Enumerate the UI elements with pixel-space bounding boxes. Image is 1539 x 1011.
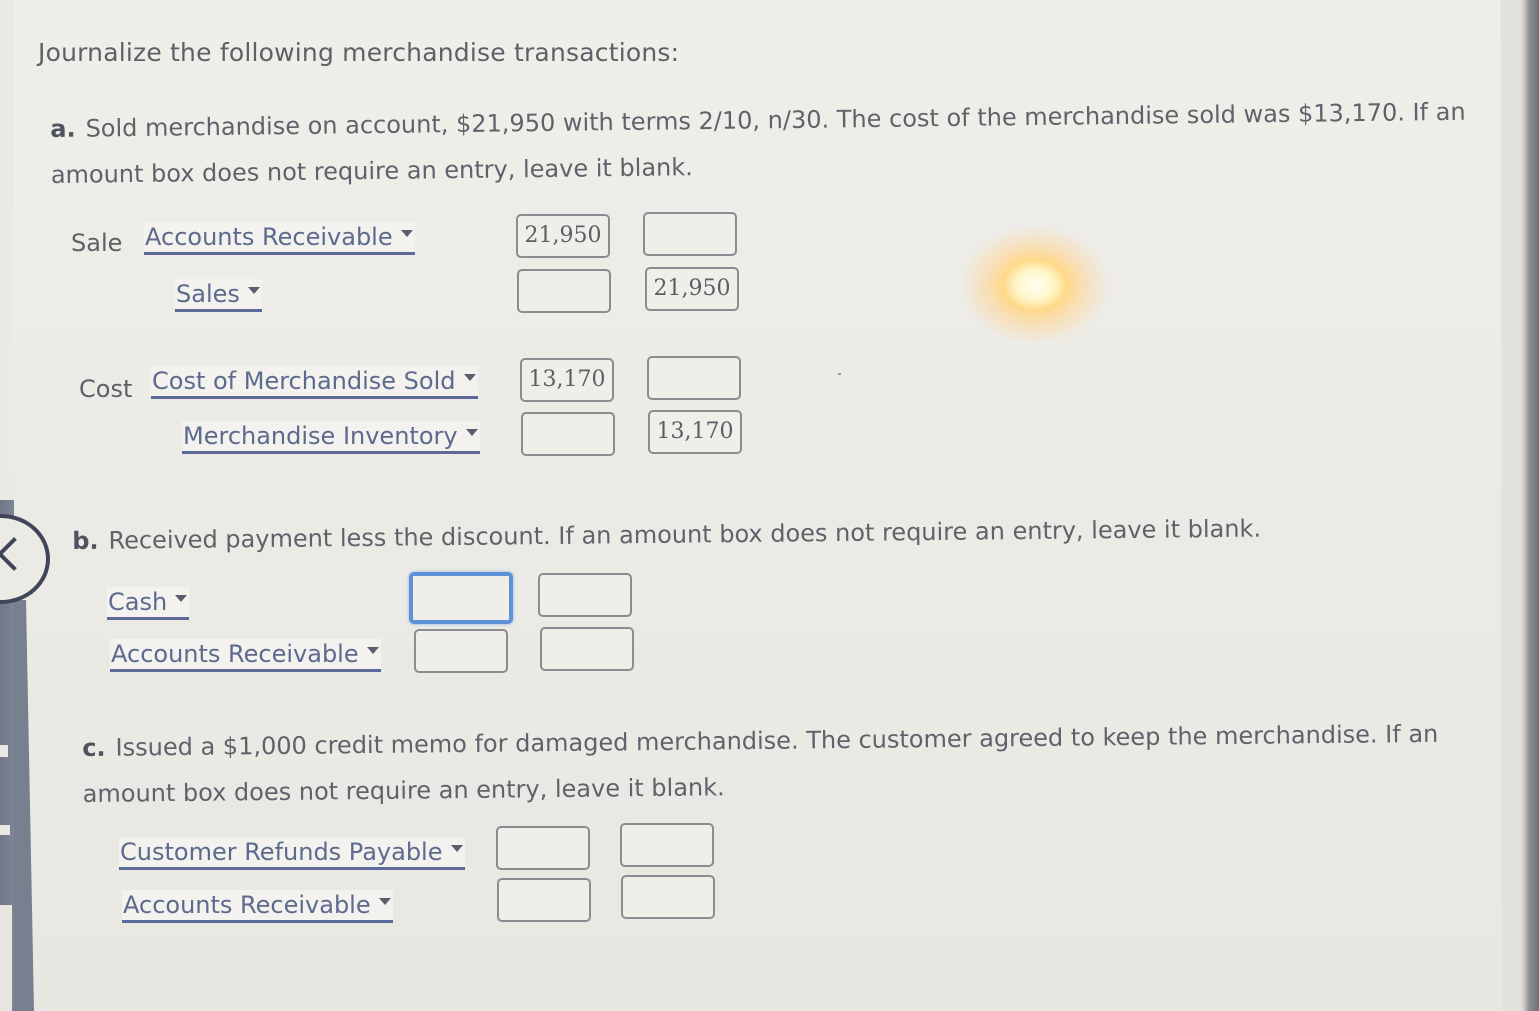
caret-down-icon (400, 229, 413, 237)
cost-credit-account-select[interactable]: Merchandise Inventory (182, 421, 480, 454)
b-row1-account-value: Cash (108, 588, 168, 616)
question-a-text: a. Sold merchandise on account, $21,950 w… (50, 88, 1501, 198)
cost-credit-account-value: Merchandise Inventory (183, 422, 458, 450)
question-a-body: Sold merchandise on account, $21,950 wit… (50, 97, 1466, 189)
b-row1-debit-input[interactable] (409, 572, 513, 624)
b-row2-account-value: Accounts Receivable (111, 640, 359, 668)
left-edge-mark (0, 745, 8, 757)
sale-debit-amount-input[interactable]: 21,950 (516, 214, 610, 258)
caret-down-icon (366, 646, 379, 654)
question-a-label: a. (50, 114, 76, 143)
b-row1-credit-input[interactable] (538, 573, 632, 617)
c-row1-account-value: Customer Refunds Payable (120, 838, 443, 866)
sale-debit-account-select[interactable]: Accounts Receivable (144, 222, 415, 255)
c-row1-account-select[interactable]: Customer Refunds Payable (119, 837, 465, 870)
b-row2-credit-input[interactable] (540, 627, 634, 671)
question-b-label: b. (72, 526, 99, 555)
left-edge-mark (0, 825, 10, 835)
caret-down-icon (465, 428, 478, 436)
stray-mark (838, 373, 841, 375)
caret-down-icon (463, 373, 476, 381)
sale-credit-account-select[interactable]: Sales (175, 279, 262, 312)
cost-debit-account-select[interactable]: Cost of Merchandise Sold (151, 366, 478, 399)
question-c-label: c. (82, 733, 106, 762)
sale-credit-amount-input[interactable]: 21,950 (645, 267, 739, 311)
c-row1-debit-input[interactable] (496, 826, 590, 870)
c-row2-credit-input[interactable] (621, 875, 715, 919)
caret-down-icon (247, 286, 260, 294)
caret-down-icon (450, 844, 463, 852)
cost-debit-account-value: Cost of Merchandise Sold (152, 367, 456, 395)
cost-row-label: Cost (79, 375, 133, 403)
cost-debit-row-credit-input[interactable] (647, 356, 741, 400)
b-row2-debit-input[interactable] (414, 629, 508, 673)
cost-credit-row-debit-input[interactable] (521, 412, 615, 456)
question-page: Journalize the following merchandise tra… (0, 0, 1500, 1011)
c-row2-account-value: Accounts Receivable (123, 891, 371, 919)
c-row2-debit-input[interactable] (497, 878, 591, 922)
cost-debit-amount-input[interactable]: 13,170 (520, 358, 614, 402)
c-row2-account-select[interactable]: Accounts Receivable (122, 890, 393, 923)
left-edge-page (0, 0, 14, 500)
sale-debit-row-credit-input[interactable] (643, 212, 737, 256)
cost-credit-amount-input[interactable]: 13,170 (648, 410, 742, 454)
question-b-text: b. Received payment less the discount. If… (72, 505, 1292, 564)
sale-credit-account-value: Sales (176, 280, 240, 308)
question-b-body: Received payment less the discount. If a… (108, 514, 1262, 555)
sale-row-label: Sale (71, 229, 123, 257)
screen-glare (960, 225, 1110, 345)
question-c-body: Issued a $1,000 credit memo for damaged … (82, 719, 1439, 808)
c-row1-credit-input[interactable] (620, 823, 714, 867)
b-row1-account-select[interactable]: Cash (107, 587, 190, 620)
b-row2-account-select[interactable]: Accounts Receivable (110, 639, 381, 672)
chevron-left-icon (0, 537, 31, 571)
question-c-text: c. Issued a $1,000 credit memo for damage… (82, 711, 1463, 817)
page-title: Journalize the following merchandise tra… (38, 38, 680, 67)
left-screen-edge (0, 0, 14, 1011)
caret-down-icon (378, 897, 391, 905)
right-screen-edge (1501, 0, 1539, 1011)
sale-credit-row-debit-input[interactable] (517, 269, 611, 313)
sale-debit-account-value: Accounts Receivable (145, 223, 393, 251)
caret-down-icon (175, 594, 188, 602)
left-edge-panel (0, 905, 12, 1011)
